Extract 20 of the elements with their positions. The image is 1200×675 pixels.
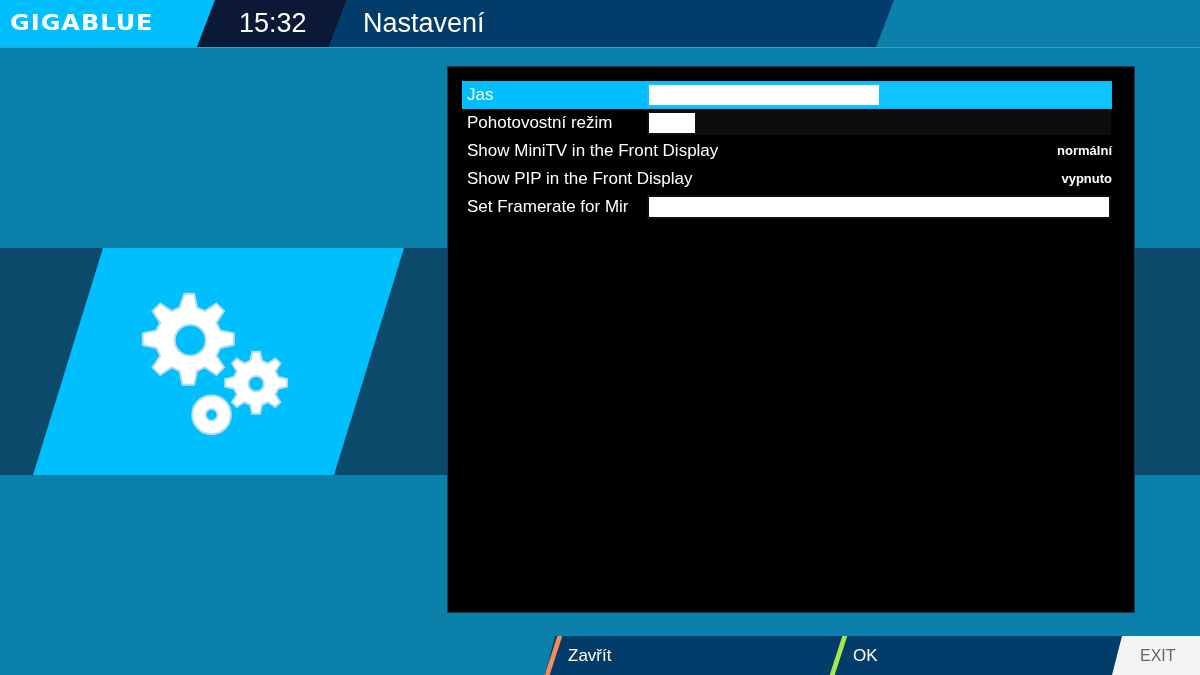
exit-button[interactable]: EXIT bbox=[1112, 636, 1200, 675]
setting-value: vypnuto bbox=[1061, 171, 1112, 187]
setting-label: Show PIP in the Front Display bbox=[466, 168, 694, 189]
settings-row[interactable]: Set Framerate for Mir bbox=[462, 192, 1112, 221]
brand-logo: GIGABLUE bbox=[10, 11, 154, 36]
setting-label: Show MiniTV in the Front Display bbox=[466, 140, 720, 161]
settings-row[interactable]: Pohotovostní režim bbox=[462, 108, 1112, 137]
setting-label: Set Framerate for Mir bbox=[466, 196, 630, 217]
key-hint[interactable]: Zavřít bbox=[568, 645, 612, 666]
setting-value: normální bbox=[1057, 143, 1112, 159]
screen-title: Nastavení bbox=[363, 7, 485, 39]
settings-row[interactable]: Show MiniTV in the Front Display normální bbox=[462, 136, 1112, 165]
clock-text: 15:32 bbox=[239, 7, 307, 39]
slider-track[interactable] bbox=[647, 110, 1111, 135]
slider-fill[interactable] bbox=[649, 84, 879, 105]
slider-fill[interactable] bbox=[649, 112, 695, 133]
settings-row[interactable]: Show PIP in the Front Display vypnuto bbox=[462, 164, 1112, 193]
key-hint[interactable]: OK bbox=[853, 645, 878, 666]
setting-label: Jas bbox=[466, 84, 495, 105]
setting-label: Pohotovostní režim bbox=[466, 112, 614, 133]
